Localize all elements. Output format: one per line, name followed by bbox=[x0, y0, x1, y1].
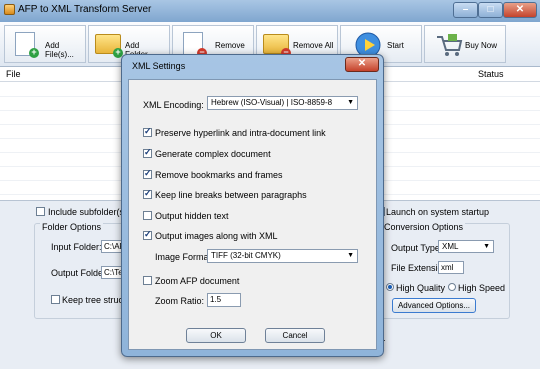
high-quality-label: High Quality bbox=[396, 283, 446, 293]
zoom-ratio-label: Zoom Ratio: bbox=[155, 296, 205, 306]
output-type-value: XML bbox=[442, 242, 459, 251]
remove-bookmarks-label: Remove bookmarks and frames bbox=[155, 170, 283, 180]
preserve-hyperlink-checkbox[interactable] bbox=[143, 126, 152, 137]
xml-encoding-label: XML Encoding: bbox=[143, 100, 204, 110]
remove-bookmarks-checkbox[interactable] bbox=[143, 168, 152, 179]
add-files-label: Add File(s)... bbox=[45, 41, 74, 59]
output-folder-label: Output Folder: bbox=[51, 268, 109, 278]
cancel-button[interactable]: Cancel bbox=[265, 328, 325, 343]
keep-tree-checkbox[interactable] bbox=[51, 295, 60, 304]
launch-startup-label: Launch on system startup bbox=[386, 207, 490, 217]
keep-line-breaks-checkbox[interactable] bbox=[143, 188, 152, 199]
dialog-title: XML Settings bbox=[132, 61, 186, 71]
app-icon bbox=[4, 4, 15, 15]
buy-now-label: Buy Now bbox=[465, 41, 498, 50]
add-files-button[interactable]: + Add File(s)... bbox=[4, 25, 86, 63]
complex-document-checkbox[interactable] bbox=[143, 147, 152, 158]
high-quality-radio[interactable] bbox=[386, 283, 394, 291]
plus-icon: + bbox=[29, 48, 39, 58]
start-label: Start bbox=[387, 41, 404, 50]
file-extension-field[interactable]: xml bbox=[438, 261, 464, 274]
image-format-select[interactable]: TIFF (32-bit CMYK) ▼ bbox=[207, 249, 358, 263]
title-bar: AFP to XML Transform Server – □ ✕ bbox=[0, 0, 540, 22]
output-type-label: Output Type: bbox=[391, 243, 443, 253]
maximize-button[interactable]: □ bbox=[478, 2, 503, 18]
conversion-options-title: Conversion Options bbox=[382, 222, 466, 232]
output-images-label: Output images along with XML bbox=[155, 231, 278, 241]
high-speed-radio[interactable] bbox=[448, 283, 456, 291]
cart-icon bbox=[437, 34, 463, 56]
xml-encoding-value: Hebrew (ISO-Visual) | ISO-8859-8 bbox=[211, 98, 333, 107]
folder-options-title: Folder Options bbox=[40, 222, 104, 232]
buy-now-button[interactable]: Buy Now bbox=[424, 25, 506, 63]
dialog-close-button[interactable]: ✕ bbox=[345, 57, 379, 72]
close-button[interactable]: ✕ bbox=[503, 2, 537, 18]
output-hidden-text-label: Output hidden text bbox=[155, 211, 229, 221]
remove-label: Remove bbox=[215, 41, 245, 50]
output-hidden-text-checkbox[interactable] bbox=[143, 211, 152, 220]
output-images-checkbox[interactable] bbox=[143, 229, 152, 240]
high-speed-label: High Speed bbox=[458, 283, 506, 293]
chevron-down-icon: ▼ bbox=[347, 252, 354, 259]
include-subfolders-label: Include subfolder(s) bbox=[48, 207, 128, 217]
xml-settings-dialog: XML Settings ✕ XML Encoding: Hebrew (ISO… bbox=[121, 54, 384, 357]
remove-all-label: Remove All bbox=[293, 41, 334, 50]
advanced-options-button[interactable]: Advanced Options... bbox=[392, 298, 476, 313]
zoom-ratio-field[interactable]: 1.5 bbox=[207, 293, 241, 307]
output-type-select[interactable]: XML ▼ bbox=[438, 240, 494, 253]
input-folder-field[interactable]: C:\AF bbox=[101, 240, 124, 253]
preserve-hyperlink-label: Preserve hyperlink and intra-document li… bbox=[155, 128, 326, 138]
column-file[interactable]: File bbox=[6, 69, 21, 79]
image-format-label: Image Format: bbox=[155, 252, 214, 262]
zoom-afp-label: Zoom AFP document bbox=[155, 276, 240, 286]
column-status[interactable]: Status bbox=[478, 69, 504, 79]
input-folder-label: Input Folder: bbox=[51, 242, 102, 252]
minimize-button[interactable]: – bbox=[453, 2, 478, 18]
image-format-value: TIFF (32-bit CMYK) bbox=[211, 251, 281, 260]
include-subfolders-checkbox[interactable] bbox=[36, 207, 45, 216]
xml-encoding-select[interactable]: Hebrew (ISO-Visual) | ISO-8859-8 ▼ bbox=[207, 96, 358, 110]
ok-button[interactable]: OK bbox=[186, 328, 246, 343]
chevron-down-icon: ▼ bbox=[483, 243, 490, 250]
chevron-down-icon: ▼ bbox=[347, 99, 354, 106]
dialog-body: XML Encoding: Hebrew (ISO-Visual) | ISO-… bbox=[128, 79, 377, 350]
complex-document-label: Generate complex document bbox=[155, 149, 271, 159]
zoom-afp-checkbox[interactable] bbox=[143, 276, 152, 285]
window-title: AFP to XML Transform Server bbox=[18, 4, 152, 15]
keep-line-breaks-label: Keep line breaks between paragraphs bbox=[155, 190, 307, 200]
output-folder-field[interactable]: C:\Te bbox=[101, 266, 123, 279]
